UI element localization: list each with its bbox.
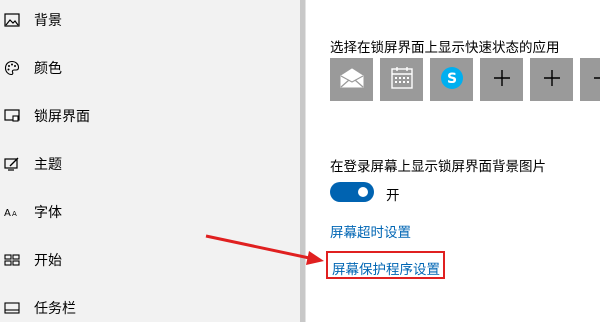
toggle-state-label: 开 — [386, 184, 400, 204]
mail-icon — [339, 67, 365, 93]
taskbar-icon — [2, 298, 22, 318]
sidebar-item-lock-screen[interactable]: 锁屏界面 — [0, 96, 300, 136]
sidebar-item-label: 开始 — [34, 250, 62, 270]
sidebar-item-fonts[interactable]: AA 字体 — [0, 192, 300, 232]
quick-status-apps: S — [330, 58, 600, 104]
picture-icon — [2, 10, 22, 30]
sidebar-item-label: 锁屏界面 — [34, 106, 90, 126]
sidebar-item-label: 字体 — [34, 202, 62, 222]
plus-icon — [543, 69, 561, 91]
app-tile-add[interactable] — [480, 58, 523, 101]
sidebar-item-colors[interactable]: 颜色 — [0, 48, 300, 88]
app-tile-mail[interactable] — [330, 58, 373, 101]
plus-icon — [593, 69, 600, 91]
sidebar-item-themes[interactable]: 主题 — [0, 144, 300, 184]
svg-text:A: A — [12, 210, 17, 218]
sidebar-item-label: 背景 — [34, 10, 62, 30]
screensaver-settings-link[interactable]: 屏幕保护程序设置 — [332, 258, 440, 278]
toggle-knob — [358, 187, 368, 197]
app-tile-skype[interactable]: S — [430, 58, 473, 101]
calendar-icon — [390, 66, 414, 94]
quick-status-title: 选择在锁屏界面上显示快速状态的应用 — [330, 36, 560, 56]
sidebar-item-start[interactable]: 开始 — [0, 240, 300, 280]
sidebar-item-taskbar[interactable]: 任务栏 — [0, 288, 300, 328]
background-on-signin-title: 在登录屏幕上显示锁屏界面背景图片 — [330, 155, 546, 175]
skype-icon: S — [439, 65, 465, 95]
svg-text:S: S — [446, 71, 456, 87]
sidebar-item-label: 颜色 — [34, 58, 62, 78]
app-tile-calendar[interactable] — [380, 58, 423, 101]
sidebar-item-label: 任务栏 — [34, 298, 76, 318]
svg-text:A: A — [4, 208, 11, 219]
palette-icon — [2, 58, 22, 78]
screen-timeout-link[interactable]: 屏幕超时设置 — [330, 221, 411, 241]
app-tile-add[interactable] — [580, 58, 600, 101]
lock-screen-icon — [2, 106, 22, 126]
theme-icon — [2, 154, 22, 174]
plus-icon — [493, 69, 511, 91]
start-icon — [2, 250, 22, 270]
sidebar-scrollbar[interactable] — [300, 0, 305, 322]
font-icon: AA — [2, 202, 22, 222]
app-tile-add[interactable] — [530, 58, 573, 101]
settings-sidebar: 背景 颜色 锁屏界面 主题 AA 字体 开始 任务栏 — [0, 0, 306, 322]
lock-screen-settings: 选择在锁屏界面上显示快速状态的应用 S — [306, 0, 600, 322]
sidebar-item-background[interactable]: 背景 — [0, 0, 300, 40]
sidebar-item-label: 主题 — [34, 154, 62, 174]
background-toggle[interactable] — [330, 182, 374, 202]
